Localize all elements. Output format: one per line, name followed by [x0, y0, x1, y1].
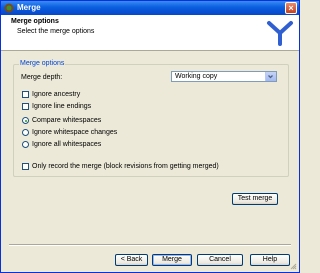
window-title: Merge — [17, 3, 41, 12]
ignore-line-endings-label[interactable]: Ignore line endings — [32, 102, 91, 111]
chevron-down-icon — [268, 75, 273, 79]
ignore-whitespace-changes-radio[interactable] — [22, 129, 29, 136]
close-icon: × — [288, 3, 294, 13]
app-icon — [4, 3, 14, 13]
resize-grip-icon[interactable] — [289, 262, 297, 270]
merge-depth-select[interactable]: Working copy — [171, 71, 277, 82]
merge-options-legend: Merge options — [19, 60, 66, 68]
compare-whitespaces-radio[interactable] — [22, 117, 29, 124]
close-button[interactable]: × — [285, 2, 297, 14]
page-subtitle: Select the merge options — [17, 28, 95, 35]
dropdown-button[interactable] — [265, 72, 276, 81]
ignore-ancestry-label[interactable]: Ignore ancestry — [32, 90, 80, 99]
ignore-line-endings-checkbox[interactable] — [22, 103, 29, 110]
ignore-whitespace-changes-label[interactable]: Ignore whitespace changes — [32, 128, 117, 137]
ignore-all-whitespaces-label[interactable]: Ignore all whitespaces — [32, 140, 101, 149]
help-button[interactable]: Help — [250, 254, 290, 266]
footer-separator — [9, 244, 291, 246]
ignore-ancestry-checkbox[interactable] — [22, 91, 29, 98]
record-only-checkbox[interactable] — [22, 163, 29, 170]
merge-depth-label: Merge depth: — [21, 74, 63, 81]
merge-button[interactable]: Merge — [152, 254, 192, 266]
cancel-button[interactable]: Cancel — [197, 254, 243, 266]
page-title: Merge options — [11, 18, 59, 25]
wizard-header: Merge options Select the merge options — [1, 15, 299, 51]
title-bar[interactable]: Merge × — [1, 1, 299, 15]
merge-depth-value: Working copy — [175, 73, 218, 80]
back-button[interactable]: < Back — [115, 254, 148, 266]
merge-window: Merge × Merge options Select the merge o… — [0, 0, 300, 273]
merge-logo-icon — [267, 21, 293, 46]
test-merge-button[interactable]: Test merge — [232, 193, 278, 205]
compare-whitespaces-label[interactable]: Compare whitespaces — [32, 116, 101, 125]
record-only-label[interactable]: Only record the merge (block revisions f… — [32, 162, 219, 171]
ignore-all-whitespaces-radio[interactable] — [22, 141, 29, 148]
